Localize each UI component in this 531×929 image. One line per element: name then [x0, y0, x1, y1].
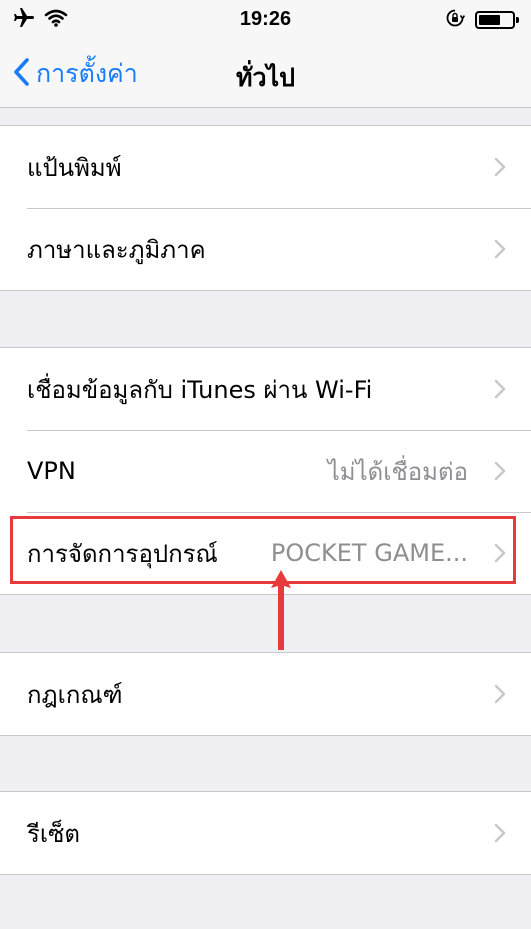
battery-fill [479, 15, 500, 25]
chevron-right-icon [494, 823, 506, 847]
chevron-right-icon [494, 461, 506, 485]
row-label: การจัดการอุปกรณ์ [27, 539, 218, 568]
settings-row-language-region[interactable]: ภาษาและภูมิภาค [0, 208, 531, 290]
battery-icon [475, 11, 519, 29]
row-value: ไม่ได้เชื่อมต่อ [327, 457, 468, 486]
row-label: กฎเกณฑ์ [27, 680, 123, 709]
row-label: VPN [27, 457, 76, 485]
chevron-right-icon [494, 239, 506, 263]
status-right [445, 8, 519, 32]
battery-tip [516, 17, 519, 23]
page-title: ทั่วไป [236, 63, 295, 92]
settings-row-vpn[interactable]: VPN ไม่ได้เชื่อมต่อ [0, 430, 531, 512]
settings-row-regulatory[interactable]: กฎเกณฑ์ [0, 653, 531, 735]
annotation-arrow-icon [267, 570, 295, 656]
row-label: เชื่อมข้อมูลกับ iTunes ผ่าน Wi-Fi [27, 375, 373, 404]
settings-row-keyboard[interactable]: แป้นพิมพ์ [0, 126, 531, 208]
row-label: รีเซ็ต [27, 819, 80, 848]
chevron-right-icon [494, 157, 506, 181]
chevron-right-icon [494, 379, 506, 403]
settings-row-device-management[interactable]: การจัดการอุปกรณ์ POCKET GAME... [0, 512, 531, 594]
settings-row-itunes-wifi-sync[interactable]: เชื่อมข้อมูลกับ iTunes ผ่าน Wi-Fi [0, 348, 531, 430]
navigation-bar: การตั้งค่า ทั่วไป [0, 40, 531, 108]
chevron-right-icon [494, 543, 506, 567]
settings-row-reset[interactable]: รีเซ็ต [0, 792, 531, 874]
settings-group-input: แป้นพิมพ์ ภาษาและภูมิภาค [0, 125, 531, 291]
chevron-right-icon [494, 684, 506, 708]
row-value: POCKET GAME... [270, 539, 468, 567]
settings-group-regulatory: กฎเกณฑ์ [0, 652, 531, 736]
settings-group-connectivity: เชื่อมข้อมูลกับ iTunes ผ่าน Wi-Fi VPN ไม… [0, 347, 531, 595]
status-bar: 19:26 [0, 0, 531, 40]
row-label: แป้นพิมพ์ [27, 153, 122, 182]
orientation-lock-icon [445, 8, 466, 32]
row-label: ภาษาและภูมิภาค [27, 235, 206, 264]
settings-group-reset: รีเซ็ต [0, 791, 531, 875]
